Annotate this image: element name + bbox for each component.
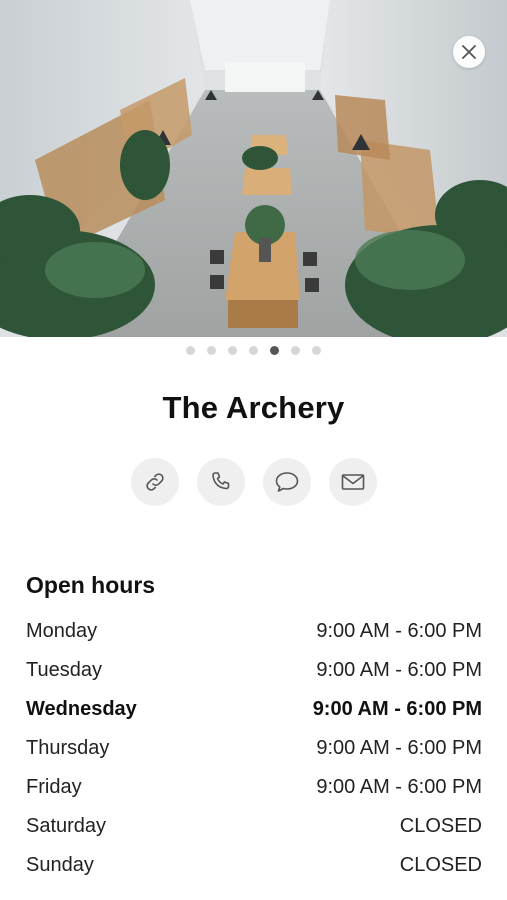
day-label: Wednesday: [26, 698, 137, 720]
carousel-dot[interactable]: [312, 346, 321, 355]
message-button[interactable]: [262, 458, 311, 506]
close-icon: [462, 45, 476, 59]
hours-value: 9:00 AM - 6:00 PM: [316, 620, 482, 642]
hours-value: CLOSED: [399, 815, 482, 837]
message-icon: [275, 472, 298, 492]
carousel-dot[interactable]: [228, 346, 237, 355]
hours-row-friday: Friday 9:00 AM - 6:00 PM: [26, 768, 482, 807]
carousel-dot[interactable]: [249, 346, 258, 355]
hours-row-thursday: Thursday 9:00 AM - 6:00 PM: [26, 729, 482, 768]
hours-value: CLOSED: [399, 854, 482, 876]
contact-actions: [0, 458, 507, 506]
hours-row-monday: Monday 9:00 AM - 6:00 PM: [26, 612, 482, 651]
place-title: The Archery: [162, 390, 345, 425]
day-label: Friday: [26, 776, 82, 798]
day-label: Tuesday: [26, 659, 102, 681]
carousel-dots[interactable]: [0, 346, 507, 355]
hours-value: 9:00 AM - 6:00 PM: [316, 659, 482, 681]
email-button[interactable]: [328, 458, 377, 506]
mail-icon: [341, 474, 364, 490]
day-label: Sunday: [26, 854, 94, 876]
link-button[interactable]: [130, 458, 179, 506]
hours-row-wednesday: Wednesday 9:00 AM - 6:00 PM: [26, 690, 482, 729]
carousel-dot[interactable]: [291, 346, 300, 355]
hours-row-tuesday: Tuesday 9:00 AM - 6:00 PM: [26, 651, 482, 690]
hours-value: 9:00 AM - 6:00 PM: [316, 776, 482, 798]
day-label: Saturday: [26, 815, 107, 837]
phone-icon: [211, 472, 229, 490]
hours-value: 9:00 AM - 6:00 PM: [312, 698, 482, 720]
open-hours-heading: Open hours: [26, 572, 156, 598]
office-interior-image: [0, 0, 507, 337]
call-button[interactable]: [196, 458, 245, 506]
hero-photo: [0, 0, 507, 337]
hours-row-saturday: Saturday CLOSED: [26, 807, 482, 846]
hours-row-sunday: Sunday CLOSED: [26, 846, 482, 885]
open-hours-list: Monday 9:00 AM - 6:00 PM Tuesday 9:00 AM…: [26, 612, 482, 885]
day-label: Thursday: [26, 737, 110, 759]
carousel-dot[interactable]: [186, 346, 195, 355]
close-button[interactable]: [453, 36, 485, 68]
day-label: Monday: [26, 620, 98, 642]
carousel-dot[interactable]: [207, 346, 216, 355]
link-icon: [145, 473, 164, 491]
carousel-dot-active[interactable]: [270, 346, 279, 355]
hours-value: 9:00 AM - 6:00 PM: [316, 737, 482, 759]
